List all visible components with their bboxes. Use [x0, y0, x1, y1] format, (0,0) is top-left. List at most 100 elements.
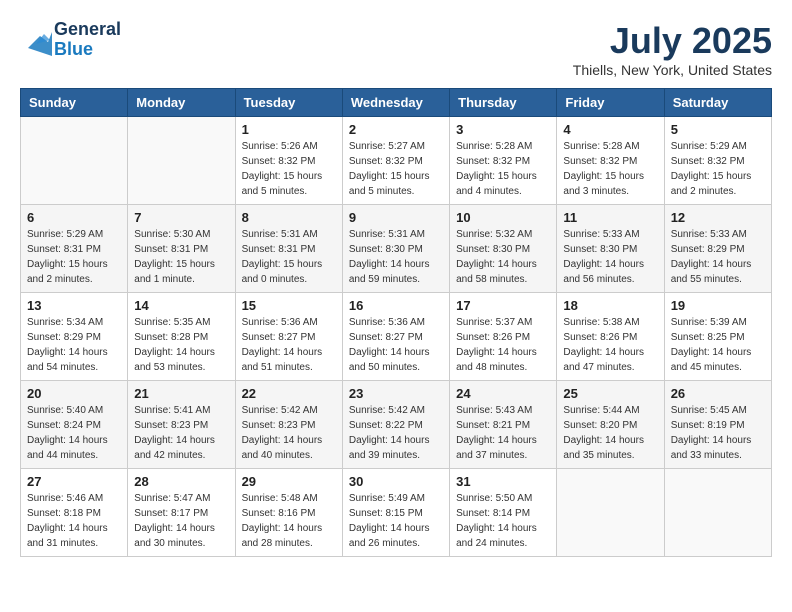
calendar-cell: 22 Sunrise: 5:42 AMSunset: 8:23 PMDayligh… [235, 381, 342, 469]
calendar-cell: 6 Sunrise: 5:29 AMSunset: 8:31 PMDaylight… [21, 205, 128, 293]
calendar-cell: 28Sunrise: 5:47 AMSunset: 8:17 PMDayligh… [128, 469, 235, 557]
calendar-cell: 21 Sunrise: 5:41 AMSunset: 8:23 PMDayligh… [128, 381, 235, 469]
day-number: 7 [134, 210, 228, 225]
day-number: 1 [242, 122, 336, 137]
day-info: Sunrise: 5:42 AMSunset: 8:22 PMDaylight:… [349, 403, 443, 463]
calendar-header: SundayMondayTuesdayWednesdayThursdayFrid… [21, 89, 772, 117]
day-number: 23 [349, 386, 443, 401]
calendar-week-row: 6 Sunrise: 5:29 AMSunset: 8:31 PMDaylight… [21, 205, 772, 293]
day-number: 24 [456, 386, 550, 401]
page-header: General Blue July 2025 Thiells, New York… [20, 20, 772, 78]
calendar-body: 1 Sunrise: 5:26 AMSunset: 8:32 PMDaylight… [21, 117, 772, 557]
day-info: Sunrise: 5:26 AMSunset: 8:32 PMDaylight:… [242, 139, 336, 199]
day-info: Sunrise: 5:49 AMSunset: 8:15 PMDaylight:… [349, 491, 443, 551]
day-number: 14 [134, 298, 228, 313]
day-number: 29 [242, 474, 336, 489]
calendar-cell [128, 117, 235, 205]
day-info: Sunrise: 5:47 AMSunset: 8:17 PMDaylight:… [134, 491, 228, 551]
day-number: 26 [671, 386, 765, 401]
day-info: Sunrise: 5:30 AMSunset: 8:31 PMDaylight:… [134, 227, 228, 287]
calendar-cell: 12Sunrise: 5:33 AMSunset: 8:29 PMDayligh… [664, 205, 771, 293]
calendar-cell: 3 Sunrise: 5:28 AMSunset: 8:32 PMDaylight… [450, 117, 557, 205]
calendar-cell: 20 Sunrise: 5:40 AMSunset: 8:24 PMDayligh… [21, 381, 128, 469]
calendar-cell: 16Sunrise: 5:36 AMSunset: 8:27 PMDayligh… [342, 293, 449, 381]
logo-icon [20, 24, 52, 56]
day-of-week-header: Sunday [21, 89, 128, 117]
calendar-week-row: 27 Sunrise: 5:46 AMSunset: 8:18 PMDayligh… [21, 469, 772, 557]
day-number: 18 [563, 298, 657, 313]
calendar-cell: 5Sunrise: 5:29 AMSunset: 8:32 PMDaylight… [664, 117, 771, 205]
day-info: Sunrise: 5:29 AMSunset: 8:31 PMDaylight:… [27, 227, 121, 287]
calendar-cell: 1 Sunrise: 5:26 AMSunset: 8:32 PMDaylight… [235, 117, 342, 205]
calendar-cell: 26 Sunrise: 5:45 AMSunset: 8:19 PMDayligh… [664, 381, 771, 469]
day-of-week-header: Monday [128, 89, 235, 117]
day-info: Sunrise: 5:38 AMSunset: 8:26 PMDaylight:… [563, 315, 657, 375]
day-info: Sunrise: 5:33 AMSunset: 8:30 PMDaylight:… [563, 227, 657, 287]
calendar-cell: 4 Sunrise: 5:28 AMSunset: 8:32 PMDaylight… [557, 117, 664, 205]
day-number: 11 [563, 210, 657, 225]
day-number: 16 [349, 298, 443, 313]
calendar-cell: 19Sunrise: 5:39 AMSunset: 8:25 PMDayligh… [664, 293, 771, 381]
subtitle: Thiells, New York, United States [573, 62, 772, 78]
day-info: Sunrise: 5:45 AMSunset: 8:19 PMDaylight:… [671, 403, 765, 463]
calendar-cell: 30Sunrise: 5:49 AMSunset: 8:15 PMDayligh… [342, 469, 449, 557]
logo: General Blue [20, 20, 121, 60]
day-info: Sunrise: 5:31 AMSunset: 8:31 PMDaylight:… [242, 227, 336, 287]
calendar-cell: 14 Sunrise: 5:35 AMSunset: 8:28 PMDayligh… [128, 293, 235, 381]
calendar-cell: 24Sunrise: 5:43 AMSunset: 8:21 PMDayligh… [450, 381, 557, 469]
day-number: 8 [242, 210, 336, 225]
day-info: Sunrise: 5:27 AMSunset: 8:32 PMDaylight:… [349, 139, 443, 199]
calendar-cell: 15Sunrise: 5:36 AMSunset: 8:27 PMDayligh… [235, 293, 342, 381]
calendar-cell: 2 Sunrise: 5:27 AMSunset: 8:32 PMDaylight… [342, 117, 449, 205]
calendar-cell: 7 Sunrise: 5:30 AMSunset: 8:31 PMDaylight… [128, 205, 235, 293]
day-number: 10 [456, 210, 550, 225]
day-of-week-header: Friday [557, 89, 664, 117]
day-info: Sunrise: 5:28 AMSunset: 8:32 PMDaylight:… [456, 139, 550, 199]
calendar-cell: 13Sunrise: 5:34 AMSunset: 8:29 PMDayligh… [21, 293, 128, 381]
day-number: 6 [27, 210, 121, 225]
days-of-week-row: SundayMondayTuesdayWednesdayThursdayFrid… [21, 89, 772, 117]
day-number: 9 [349, 210, 443, 225]
day-of-week-header: Wednesday [342, 89, 449, 117]
day-number: 31 [456, 474, 550, 489]
calendar-cell: 10Sunrise: 5:32 AMSunset: 8:30 PMDayligh… [450, 205, 557, 293]
calendar-cell: 23 Sunrise: 5:42 AMSunset: 8:22 PMDayligh… [342, 381, 449, 469]
day-info: Sunrise: 5:35 AMSunset: 8:28 PMDaylight:… [134, 315, 228, 375]
day-number: 25 [563, 386, 657, 401]
calendar-cell: 29 Sunrise: 5:48 AMSunset: 8:16 PMDayligh… [235, 469, 342, 557]
day-info: Sunrise: 5:28 AMSunset: 8:32 PMDaylight:… [563, 139, 657, 199]
day-number: 12 [671, 210, 765, 225]
calendar-table: SundayMondayTuesdayWednesdayThursdayFrid… [20, 88, 772, 557]
day-of-week-header: Saturday [664, 89, 771, 117]
calendar-cell: 27 Sunrise: 5:46 AMSunset: 8:18 PMDayligh… [21, 469, 128, 557]
day-info: Sunrise: 5:42 AMSunset: 8:23 PMDaylight:… [242, 403, 336, 463]
day-info: Sunrise: 5:36 AMSunset: 8:27 PMDaylight:… [242, 315, 336, 375]
day-number: 4 [563, 122, 657, 137]
day-number: 22 [242, 386, 336, 401]
day-number: 21 [134, 386, 228, 401]
day-number: 20 [27, 386, 121, 401]
calendar-week-row: 20 Sunrise: 5:40 AMSunset: 8:24 PMDayligh… [21, 381, 772, 469]
day-info: Sunrise: 5:44 AMSunset: 8:20 PMDaylight:… [563, 403, 657, 463]
calendar-cell: 31 Sunrise: 5:50 AMSunset: 8:14 PMDayligh… [450, 469, 557, 557]
calendar-cell: 8 Sunrise: 5:31 AMSunset: 8:31 PMDaylight… [235, 205, 342, 293]
day-info: Sunrise: 5:31 AMSunset: 8:30 PMDaylight:… [349, 227, 443, 287]
day-number: 3 [456, 122, 550, 137]
day-info: Sunrise: 5:37 AMSunset: 8:26 PMDaylight:… [456, 315, 550, 375]
day-info: Sunrise: 5:48 AMSunset: 8:16 PMDaylight:… [242, 491, 336, 551]
day-number: 2 [349, 122, 443, 137]
day-info: Sunrise: 5:41 AMSunset: 8:23 PMDaylight:… [134, 403, 228, 463]
calendar-cell: 9 Sunrise: 5:31 AMSunset: 8:30 PMDaylight… [342, 205, 449, 293]
main-title: July 2025 [573, 20, 772, 62]
calendar-cell: 18 Sunrise: 5:38 AMSunset: 8:26 PMDayligh… [557, 293, 664, 381]
day-number: 5 [671, 122, 765, 137]
day-number: 27 [27, 474, 121, 489]
calendar-cell [664, 469, 771, 557]
day-of-week-header: Thursday [450, 89, 557, 117]
day-info: Sunrise: 5:40 AMSunset: 8:24 PMDaylight:… [27, 403, 121, 463]
day-info: Sunrise: 5:46 AMSunset: 8:18 PMDaylight:… [27, 491, 121, 551]
logo-general-text: General [54, 20, 121, 40]
day-of-week-header: Tuesday [235, 89, 342, 117]
calendar-cell: 25 Sunrise: 5:44 AMSunset: 8:20 PMDayligh… [557, 381, 664, 469]
day-info: Sunrise: 5:50 AMSunset: 8:14 PMDaylight:… [456, 491, 550, 551]
